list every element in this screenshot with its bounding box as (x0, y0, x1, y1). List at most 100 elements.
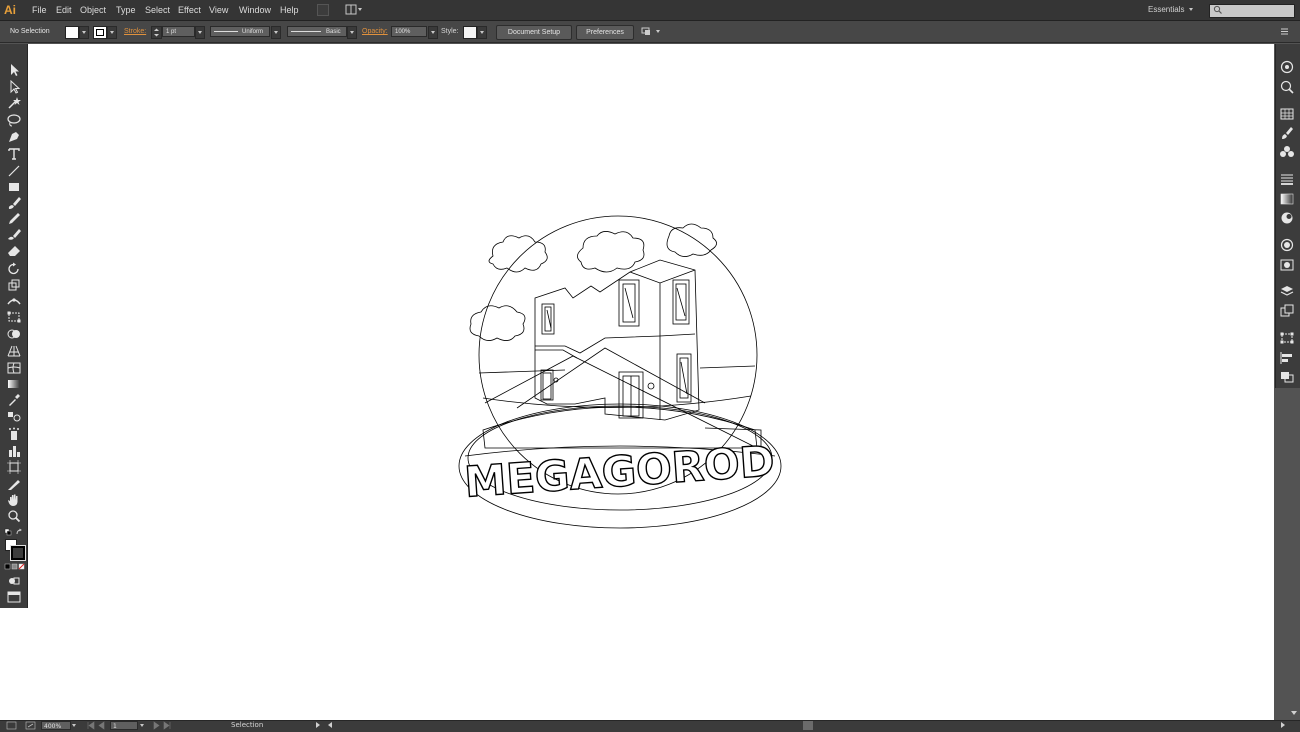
stroke-label[interactable]: Stroke: (124, 21, 146, 42)
menu-effect[interactable]: Effect (178, 0, 201, 20)
canvas-area[interactable] (0, 608, 28, 720)
menu-select[interactable]: Select (145, 0, 170, 20)
tools-panel (0, 44, 28, 608)
shape-builder-tool-icon[interactable] (6, 327, 22, 341)
menu-help[interactable]: Help (280, 0, 299, 20)
chevron-down-icon[interactable] (1189, 8, 1193, 11)
stroke-weight-field[interactable]: 1 pt (162, 26, 195, 37)
stroke-weight-dropdown[interactable] (195, 26, 205, 39)
preferences-button[interactable]: Preferences (576, 25, 634, 40)
current-tool-status[interactable]: Selection (231, 720, 263, 731)
status-menu-icon[interactable] (316, 722, 320, 728)
profile-dropdown[interactable] (271, 26, 281, 39)
pathfinder-icon[interactable] (1279, 370, 1295, 384)
scroll-right-icon[interactable] (1281, 722, 1285, 728)
lasso-tool-icon[interactable] (6, 113, 22, 127)
transform-icon[interactable] (1279, 331, 1295, 345)
arrange-documents-icon[interactable] (345, 4, 363, 15)
default-colors-icon[interactable] (4, 528, 24, 536)
column-graph-tool-icon[interactable] (6, 444, 22, 458)
graphic-style-swatch[interactable] (463, 26, 477, 39)
status-bar (0, 720, 1300, 732)
transparency-icon[interactable] (1279, 211, 1295, 225)
stroke-color-swatch[interactable] (10, 545, 26, 561)
horizontal-scroll-thumb[interactable] (803, 721, 813, 730)
slice-tool-icon[interactable] (6, 477, 22, 491)
document-setup-button[interactable]: Document Setup (496, 25, 572, 40)
view-options-icon[interactable] (6, 721, 36, 730)
panel-menu-icon[interactable] (1279, 27, 1289, 36)
artboard-dropdown[interactable] (140, 724, 144, 727)
rectangle-tool-icon[interactable] (6, 180, 22, 194)
fill-swatch[interactable] (65, 26, 79, 39)
eraser-tool-icon[interactable] (6, 244, 22, 258)
pen-tool-icon[interactable] (6, 130, 22, 144)
gradient-panel-icon[interactable] (1279, 192, 1295, 206)
eyedropper-tool-icon[interactable] (6, 393, 22, 407)
blend-tool-icon[interactable] (6, 409, 22, 423)
artboard-tool-icon[interactable] (6, 460, 22, 474)
scale-tool-icon[interactable] (6, 278, 22, 292)
symbols-icon[interactable] (1279, 145, 1295, 159)
rotate-tool-icon[interactable] (6, 262, 22, 276)
stroke-swatch[interactable] (93, 26, 107, 39)
color-guide-icon[interactable] (1279, 60, 1295, 74)
width-tool-icon[interactable] (6, 294, 22, 308)
align-icon[interactable] (1279, 351, 1295, 365)
graphic-styles-icon[interactable] (1279, 258, 1295, 272)
artboards-icon[interactable] (1279, 304, 1295, 318)
vertical-scrollbar[interactable] (1289, 388, 1300, 720)
menu-object[interactable]: Object (80, 0, 106, 20)
opacity-dropdown[interactable] (428, 26, 438, 39)
layers-icon[interactable] (1279, 284, 1295, 298)
menu-edit[interactable]: Edit (56, 0, 72, 20)
brush-dropdown[interactable] (347, 26, 357, 39)
workspace-switcher[interactable]: Essentials (1148, 0, 1184, 20)
stroke-dropdown[interactable] (107, 26, 117, 39)
menu-file[interactable]: File (32, 0, 47, 20)
arrange-panel-icon[interactable] (640, 26, 662, 37)
drawing-mode-icon[interactable] (6, 574, 22, 588)
pencil-tool-icon[interactable] (6, 212, 22, 226)
variable-width-profile[interactable]: Uniform (210, 26, 270, 37)
snow-globe-artwork[interactable]: MEGAGOROD (455, 208, 785, 533)
artboard-prev-icon[interactable] (86, 721, 108, 730)
magic-wand-tool-icon[interactable] (6, 96, 22, 110)
brushes-icon[interactable] (1279, 126, 1295, 140)
selection-tool-icon[interactable] (6, 63, 22, 77)
mesh-tool-icon[interactable] (6, 361, 22, 375)
free-transform-tool-icon[interactable] (6, 310, 22, 324)
artboard-next-icon[interactable] (150, 721, 172, 730)
paintbrush-tool-icon[interactable] (6, 196, 22, 210)
color-none-icon[interactable] (4, 563, 26, 570)
line-segment-tool-icon[interactable] (6, 164, 22, 178)
zoom-field[interactable]: 400% (41, 721, 71, 730)
fill-dropdown[interactable] (79, 26, 89, 39)
gradient-tool-icon[interactable] (6, 377, 22, 391)
color-icon[interactable] (1279, 80, 1295, 94)
blob-brush-tool-icon[interactable] (6, 228, 22, 242)
artboard-field[interactable]: 1 (110, 721, 138, 730)
symbol-sprayer-tool-icon[interactable] (6, 427, 22, 441)
swatches-icon[interactable] (1279, 107, 1295, 121)
stroke-stepper[interactable] (151, 26, 162, 39)
zoom-dropdown[interactable] (72, 724, 76, 727)
screen-mode-icon[interactable] (6, 590, 22, 604)
scroll-down-icon[interactable] (1291, 711, 1297, 715)
type-tool-icon[interactable] (6, 147, 22, 161)
hand-tool-icon[interactable] (6, 493, 22, 507)
brush-definition[interactable]: Basic (287, 26, 347, 37)
perspective-grid-tool-icon[interactable] (6, 344, 22, 358)
stroke-panel-icon[interactable] (1279, 172, 1295, 186)
menu-type[interactable]: Type (116, 0, 136, 20)
opacity-label[interactable]: Opacity: (362, 21, 388, 42)
scroll-left-icon[interactable] (328, 722, 332, 728)
menu-window[interactable]: Window (239, 0, 271, 20)
bridge-icon[interactable] (317, 4, 329, 16)
zoom-tool-icon[interactable] (6, 509, 22, 523)
menu-view[interactable]: View (209, 0, 228, 20)
direct-selection-tool-icon[interactable] (6, 80, 22, 94)
opacity-field[interactable]: 100% (391, 26, 427, 37)
style-dropdown[interactable] (477, 26, 487, 39)
appearance-icon[interactable] (1279, 238, 1295, 252)
